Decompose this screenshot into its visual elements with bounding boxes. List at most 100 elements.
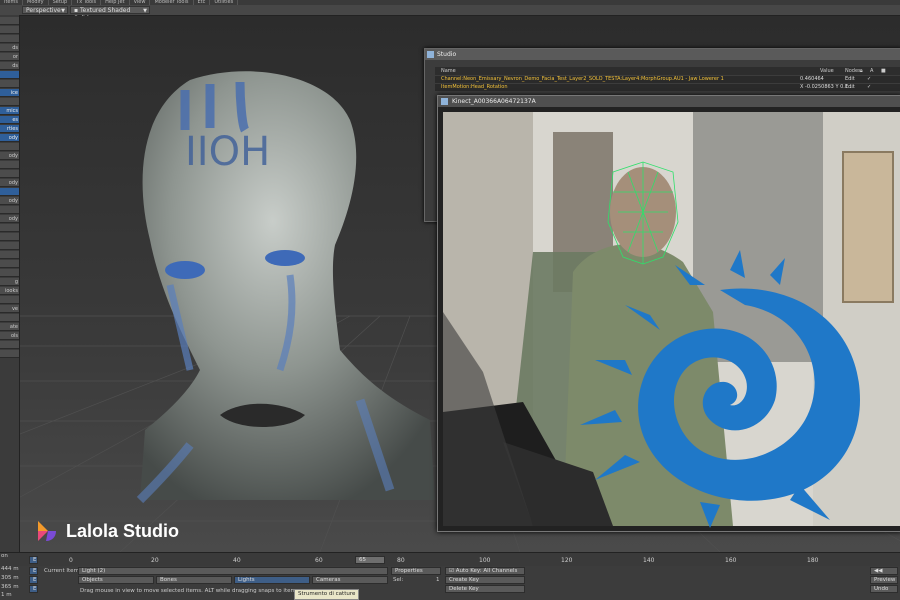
kinect-title-bar[interactable]: Kinect_A00366A06472137A: [438, 96, 900, 107]
toolbar-button[interactable]: [0, 233, 19, 241]
cameras-label: Cameras: [316, 577, 341, 583]
left-readout: 444 m: [1, 566, 19, 572]
delete-key-button[interactable]: Delete Key: [445, 585, 525, 593]
brand-name: Lalola Studio: [66, 520, 180, 541]
toolbar-button[interactable]: ice: [0, 89, 19, 97]
column-nodes: Nodes: [845, 68, 861, 74]
sel-label: Sel:: [393, 577, 404, 583]
toolbar-button[interactable]: [0, 260, 19, 268]
toolbar-button[interactable]: [0, 35, 19, 43]
timeline-tick-label: 180: [807, 557, 819, 564]
table-row[interactable]: Channel:Neon_Emissary_Nevron_Demo_Facia_…: [435, 76, 900, 83]
checkbox-icon[interactable]: ☑: [449, 568, 456, 574]
toolbar-button[interactable]: mics: [0, 107, 19, 115]
cameras-button[interactable]: Cameras: [312, 576, 388, 584]
toolbar-button[interactable]: [0, 188, 19, 196]
frame-marker[interactable]: 65: [355, 556, 385, 564]
toolbar-button[interactable]: rties: [0, 125, 19, 133]
channel-name: Channel:Neon_Emissary_Nevron_Demo_Facia_…: [441, 76, 724, 82]
channel-value[interactable]: X -0.0250863 Y 0.1...: [800, 84, 853, 91]
toolbar-button[interactable]: ve: [0, 305, 19, 313]
toolbar-button[interactable]: ody: [0, 197, 19, 205]
create-key-button[interactable]: Create Key: [445, 576, 525, 584]
toolbar-button[interactable]: ody: [0, 215, 19, 223]
toolbar-button[interactable]: [0, 80, 19, 88]
bones-button[interactable]: Bones: [156, 576, 232, 584]
lalola-logo-icon: [38, 521, 56, 541]
toolbar-button[interactable]: ds: [0, 44, 19, 52]
toolbar-button[interactable]: iooks: [0, 287, 19, 295]
toolbar-button[interactable]: [0, 296, 19, 304]
toolbar-button[interactable]: [0, 269, 19, 277]
toolbar-button[interactable]: [0, 170, 19, 178]
studio-title-bar[interactable]: Studio: [425, 49, 900, 60]
toolbar-button[interactable]: [0, 350, 19, 358]
toolbar-button[interactable]: ols: [0, 332, 19, 340]
toolbar-button[interactable]: ody: [0, 179, 19, 187]
studio-title: Studio: [437, 51, 457, 58]
viewport-toolbar: Perspective▼ ▪ Textured Shaded Solid▼: [0, 5, 900, 22]
toolbar-button[interactable]: [0, 242, 19, 250]
toolbar-button[interactable]: [0, 161, 19, 169]
edit-button[interactable]: Edit: [845, 76, 855, 83]
alien-head-model: IIOH: [136, 71, 435, 504]
view-mode-dropdown[interactable]: Perspective ▼: [22, 6, 68, 14]
toolbar-button[interactable]: [0, 71, 19, 79]
timeline-tick-label: 0: [69, 557, 73, 564]
undo-label: Undo: [874, 586, 889, 592]
camera-icon: ■: [881, 68, 886, 74]
e-button[interactable]: E: [29, 576, 38, 584]
undo-button[interactable]: Undo: [870, 585, 898, 593]
channel-value[interactable]: 0.460464: [800, 76, 840, 83]
lights-button[interactable]: Lights: [234, 576, 310, 584]
toolbar-button[interactable]: [0, 251, 19, 259]
timeline-bar[interactable]: on E 65 0 20 40 60 80 100 120 140 160 180: [0, 552, 900, 567]
view-mode-label: Perspective: [26, 7, 61, 14]
toolbar-button[interactable]: [0, 98, 19, 106]
e-button[interactable]: E: [29, 585, 38, 593]
toolbar-button[interactable]: [0, 224, 19, 232]
current-item-value: Light (2): [82, 568, 106, 574]
toolbar-button[interactable]: [0, 206, 19, 214]
current-item-dropdown[interactable]: Light (2): [78, 567, 388, 575]
toolbar-button[interactable]: g: [0, 278, 19, 286]
svg-text:IIOH: IIOH: [185, 129, 270, 175]
edit-button[interactable]: Edit: [845, 84, 855, 91]
toolbar-button[interactable]: [0, 26, 19, 34]
toolbar-button[interactable]: es: [0, 116, 19, 124]
channel-name: ItemMotion:Head_Rotation: [441, 84, 508, 90]
studio-column-header: Name Value Nodes 🔒︎ A ■: [435, 67, 900, 75]
toolbar-button[interactable]: ody: [0, 134, 19, 142]
toolbar-button[interactable]: [0, 314, 19, 322]
status-text: Drag mouse in view to move selected item…: [80, 588, 301, 594]
toolbar-button[interactable]: ds: [0, 62, 19, 70]
check-icon[interactable]: ✓: [867, 76, 871, 83]
frame-marker-label: 65: [359, 557, 366, 563]
toolbar-button[interactable]: ody: [0, 152, 19, 160]
table-row[interactable]: ItemMotion:Head_Rotation X -0.0250863 Y …: [435, 84, 900, 91]
objects-button[interactable]: Objects: [78, 576, 154, 584]
tooltip: Strumento di catture: [294, 589, 360, 600]
auto-key-label: Auto Key: All Channels: [455, 568, 518, 574]
left-readout: 365 m: [1, 584, 19, 590]
toolbar-button[interactable]: [0, 341, 19, 349]
toolbar-button[interactable]: ate: [0, 323, 19, 331]
preview-button[interactable]: Preview: [870, 576, 898, 584]
create-key-label: Create Key: [449, 577, 479, 583]
e-button[interactable]: E: [29, 556, 38, 564]
kinect-title: Kinect_A00366A06472137A: [452, 98, 536, 105]
left-toolbar: ds or ds ice mics es rties ody ody ody ody ody g iook…: [0, 15, 20, 555]
toolbar-button[interactable]: [0, 17, 19, 25]
timeline-tick-label: 80: [397, 557, 405, 564]
toolbar-button[interactable]: or: [0, 53, 19, 61]
shading-dropdown[interactable]: ▪ Textured Shaded Solid▼: [70, 6, 150, 22]
rewind-button[interactable]: ◀◀: [870, 567, 898, 575]
current-item-label: Current Item: [44, 568, 79, 574]
toolbar-button[interactable]: [0, 143, 19, 151]
e-button[interactable]: E: [29, 567, 38, 575]
timeline-tick-label: 40: [233, 557, 241, 564]
left-readout: 1 m: [1, 592, 12, 598]
check-icon[interactable]: ✓: [867, 84, 871, 91]
properties-button[interactable]: Properties: [391, 567, 441, 575]
auto-key-dropdown[interactable]: ☑ Auto Key: All Channels: [445, 567, 525, 575]
